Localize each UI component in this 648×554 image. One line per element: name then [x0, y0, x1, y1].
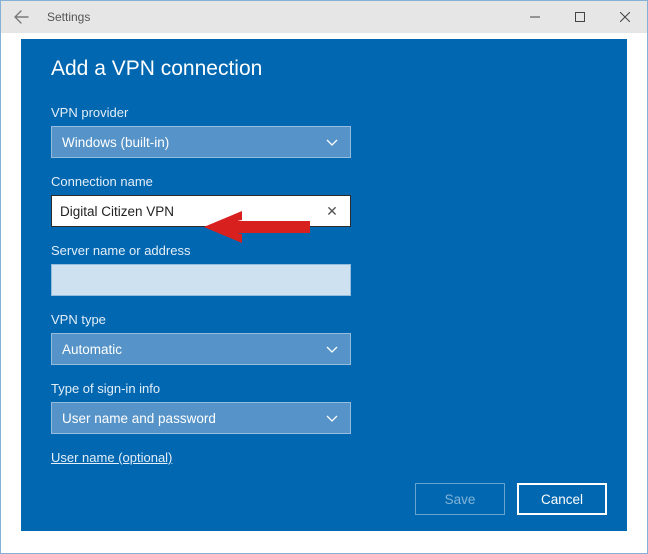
- form-area: VPN provider Windows (built-in) Connecti…: [51, 95, 597, 467]
- label-vpn-provider: VPN provider: [51, 105, 597, 120]
- dialog-heading: Add a VPN connection: [21, 39, 627, 91]
- background-strip: [21, 535, 627, 553]
- field-signin: Type of sign-in info User name and passw…: [51, 381, 597, 434]
- select-vpn-type-value: Automatic: [62, 342, 122, 357]
- chevron-down-icon: [320, 334, 344, 364]
- select-vpn-provider-value: Windows (built-in): [62, 135, 169, 150]
- dialog-footer: Save Cancel: [415, 483, 607, 515]
- save-button[interactable]: Save: [415, 483, 505, 515]
- close-button[interactable]: [602, 1, 647, 33]
- maximize-icon: [575, 12, 585, 22]
- field-connection-name: Connection name ✕: [51, 174, 597, 227]
- field-vpn-provider: VPN provider Windows (built-in): [51, 105, 597, 158]
- window-title: Settings: [47, 10, 90, 24]
- field-username: User name (optional): [51, 450, 597, 465]
- clear-icon[interactable]: ✕: [322, 203, 342, 220]
- save-button-label: Save: [445, 492, 476, 507]
- close-icon: [620, 12, 630, 22]
- maximize-button[interactable]: [557, 1, 602, 33]
- select-signin-value: User name and password: [62, 411, 216, 426]
- vpn-dialog: Add a VPN connection VPN provider Window…: [21, 39, 627, 531]
- arrow-left-icon: [13, 9, 29, 25]
- minimize-button[interactable]: [512, 1, 557, 33]
- field-server: Server name or address: [51, 243, 597, 296]
- label-server: Server name or address: [51, 243, 597, 258]
- select-signin[interactable]: User name and password: [51, 402, 351, 434]
- minimize-icon: [530, 12, 540, 22]
- cancel-button-label: Cancel: [541, 492, 583, 507]
- input-connection-name-wrapper: ✕: [51, 195, 351, 227]
- input-server-wrapper: [51, 264, 351, 296]
- field-vpn-type: VPN type Automatic: [51, 312, 597, 365]
- label-connection-name: Connection name: [51, 174, 597, 189]
- settings-window: Settings Add a VPN connection VPN provid…: [0, 0, 648, 554]
- cancel-button[interactable]: Cancel: [517, 483, 607, 515]
- label-vpn-type: VPN type: [51, 312, 597, 327]
- select-vpn-type[interactable]: Automatic: [51, 333, 351, 365]
- input-connection-name[interactable]: [60, 204, 322, 219]
- label-username: User name (optional): [51, 450, 597, 465]
- input-server[interactable]: [60, 273, 342, 288]
- window-controls: [512, 1, 647, 33]
- titlebar: Settings: [1, 1, 647, 33]
- chevron-down-icon: [320, 403, 344, 433]
- label-signin: Type of sign-in info: [51, 381, 597, 396]
- back-button[interactable]: [1, 1, 41, 33]
- select-vpn-provider[interactable]: Windows (built-in): [51, 126, 351, 158]
- chevron-down-icon: [320, 127, 344, 157]
